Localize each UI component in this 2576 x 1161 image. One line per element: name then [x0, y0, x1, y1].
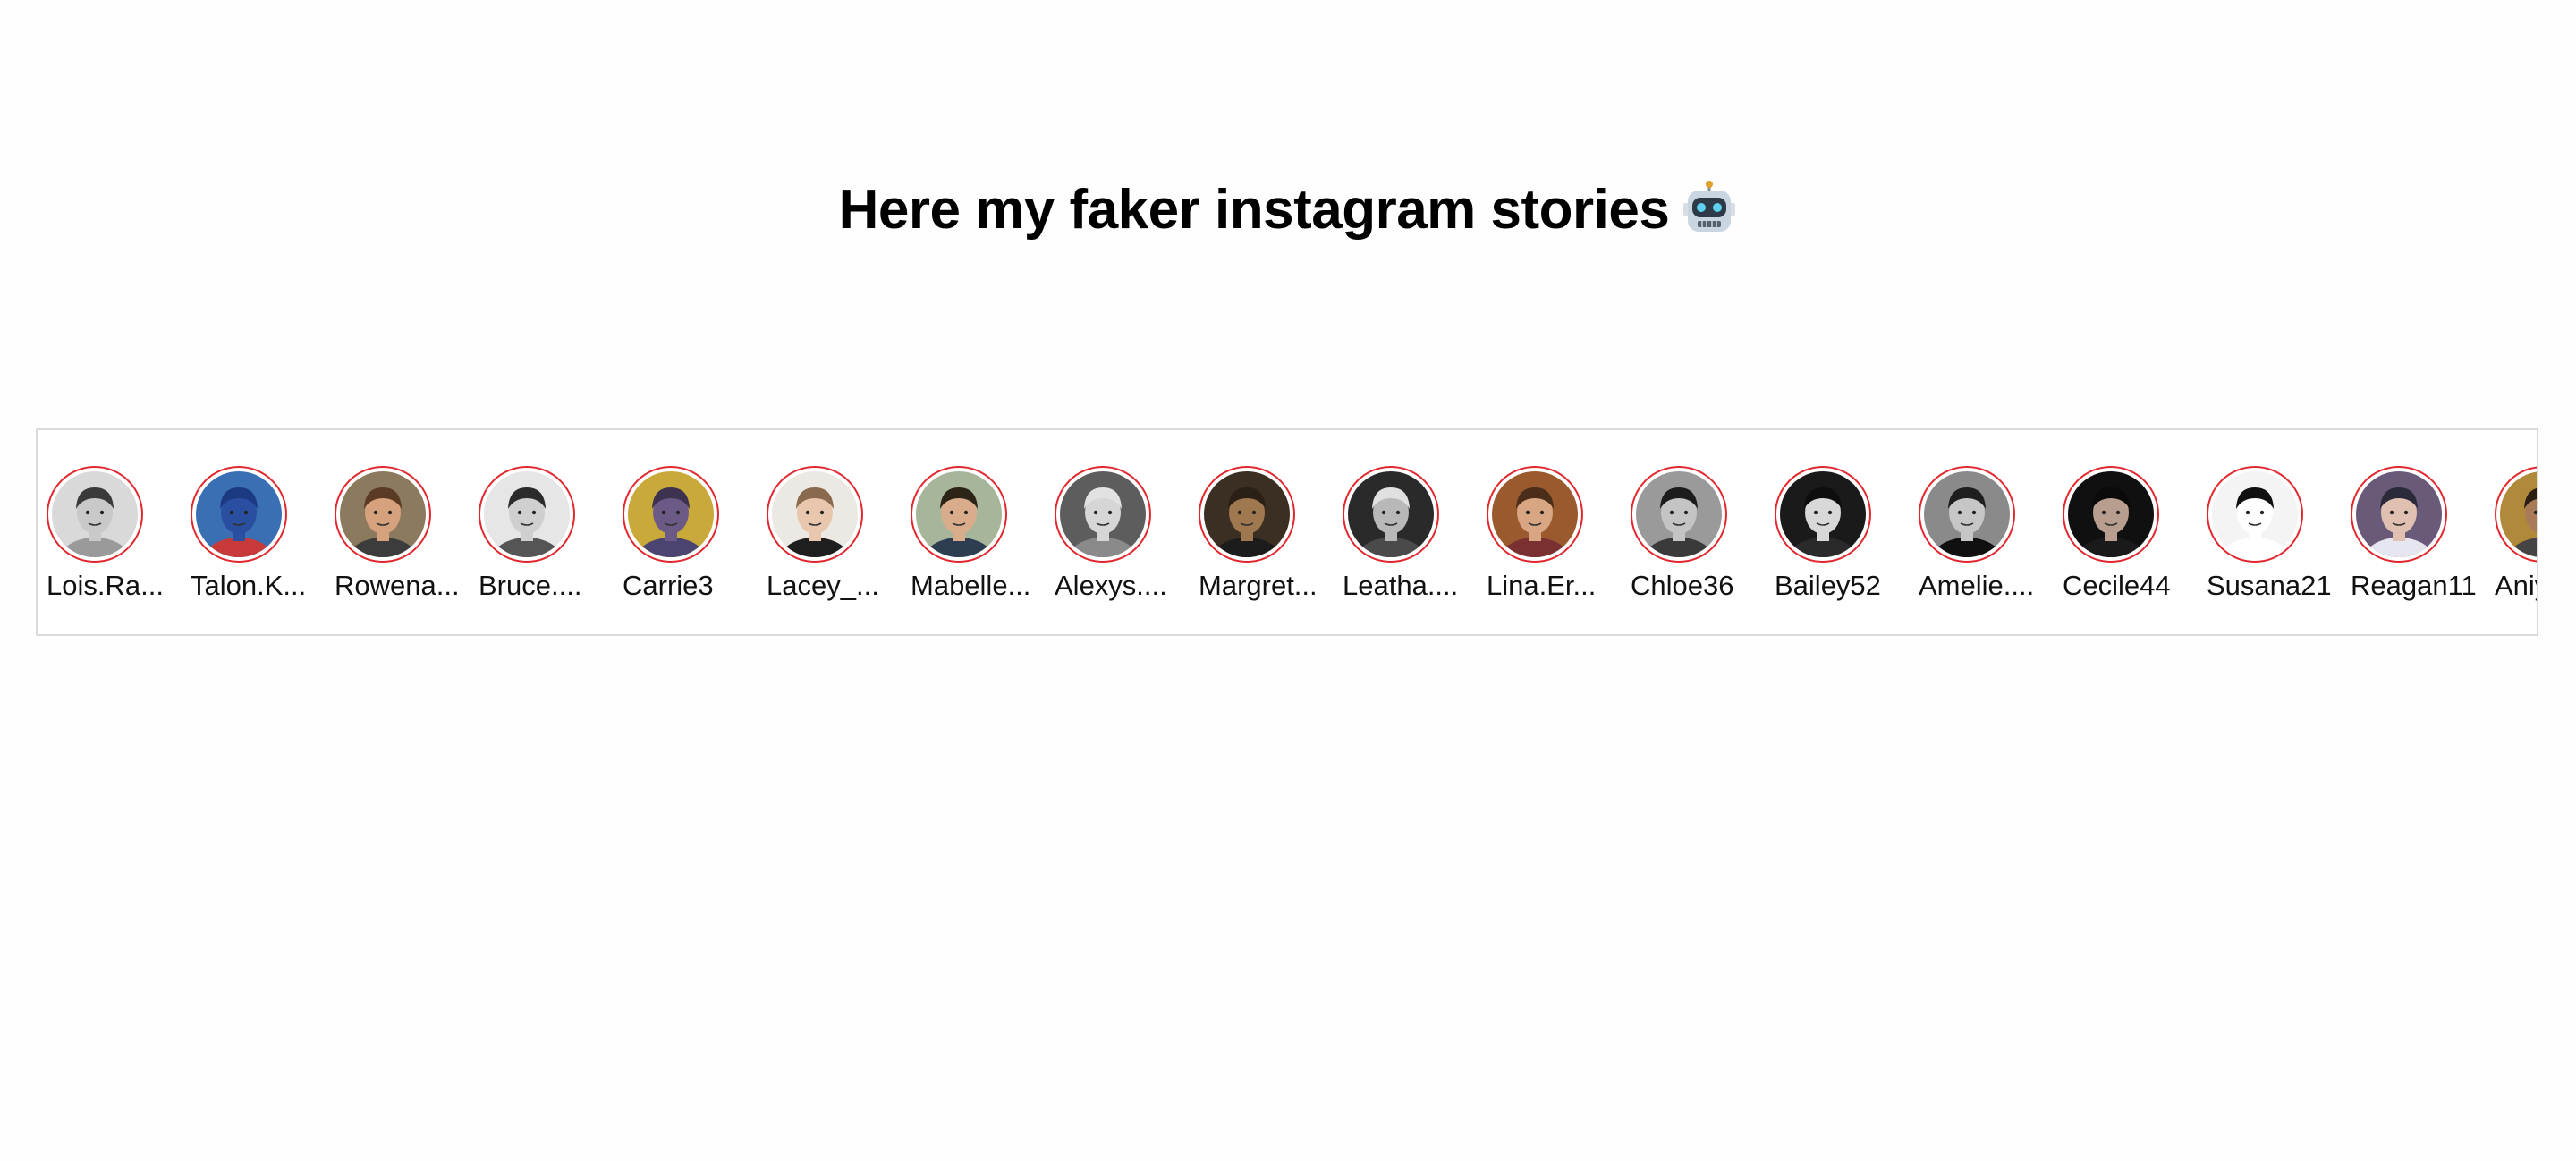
story-ring[interactable] [767, 466, 863, 563]
story-username: Talon.K... [191, 570, 307, 601]
story-ring[interactable] [1919, 466, 2015, 563]
story-ring[interactable] [1343, 466, 1439, 563]
avatar [2068, 471, 2154, 557]
story-username: Leatha.... [1343, 570, 1459, 601]
story-username: Cecile44 [2063, 570, 2171, 601]
story-username: Amelie.... [1919, 570, 2035, 601]
avatar [1204, 471, 1290, 557]
avatar [2212, 471, 2298, 557]
story-username: Lois.Ra... [47, 570, 164, 601]
story-username: Reagan11 [2351, 570, 2477, 601]
avatar [340, 471, 426, 557]
avatar [1348, 471, 1434, 557]
story-username: Mabelle... [911, 570, 1031, 601]
story-username: Margret... [1199, 570, 1318, 601]
story-ring[interactable] [2063, 466, 2159, 563]
avatar [628, 471, 714, 557]
story-ring[interactable] [911, 466, 1007, 563]
avatar [1060, 471, 1146, 557]
story-ring[interactable] [335, 466, 431, 563]
avatar [52, 471, 138, 557]
story-username: Bailey52 [1775, 570, 1881, 601]
story-ring[interactable] [623, 466, 719, 563]
avatar [2356, 471, 2442, 557]
page-title-text: Here my faker instagram stories [838, 179, 1670, 241]
avatar [2500, 471, 2537, 557]
story-ring[interactable] [191, 466, 287, 563]
story-ring[interactable] [1055, 466, 1151, 563]
story-ring[interactable] [1199, 466, 1295, 563]
story-ring[interactable] [2495, 466, 2537, 563]
avatar [1924, 471, 2010, 557]
avatar [196, 471, 282, 557]
story-username: Lacey_... [767, 570, 879, 601]
story-username: Susana21 [2207, 570, 2332, 601]
story-username: Alexys.... [1055, 570, 1167, 601]
stories-strip[interactable]: Lois.Ra... Talon.K... Rowena... Bruce.... Ca… [36, 428, 2538, 636]
story-ring[interactable] [2351, 466, 2447, 563]
story-ring[interactable] [1775, 466, 1871, 563]
story-ring[interactable] [1631, 466, 1727, 563]
avatar [772, 471, 858, 557]
story-username: Lina.Er... [1487, 570, 1597, 601]
page-title: Here my faker instagram stories [0, 165, 2576, 262]
avatar [1492, 471, 1578, 557]
robot-face-icon [1682, 173, 1737, 262]
avatar [1636, 471, 1722, 557]
story-username: Bruce.... [479, 570, 582, 601]
story-username: Rowena... [335, 570, 460, 601]
story-ring[interactable] [47, 466, 143, 563]
story-username: Carrie3 [623, 570, 714, 601]
avatar [916, 471, 1002, 557]
avatar [1780, 471, 1866, 557]
avatar [484, 471, 570, 557]
story-ring[interactable] [2207, 466, 2303, 563]
story-ring[interactable] [1487, 466, 1583, 563]
story-ring[interactable] [479, 466, 575, 563]
story-username: Aniya... [2495, 570, 2537, 601]
story-username: Chloe36 [1631, 570, 1734, 601]
